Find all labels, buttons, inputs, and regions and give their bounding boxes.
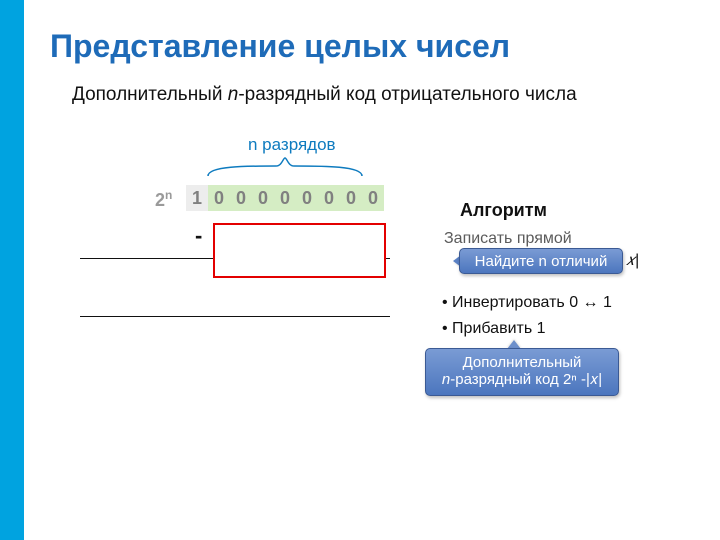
callout2-line2: -разрядный код 2ⁿ -|𝑥| [450,371,602,388]
algorithm-absx-fragment: 𝑥| [626,252,639,270]
callout2-line1: Дополнительный [463,354,582,371]
bit-cell: 0 [362,185,384,211]
callout-find-n-differences: Найдите n отличий [459,248,623,274]
subtitle-pre: Дополнительный [72,84,228,105]
bit-cell: 0 [252,185,274,211]
bit-cell: 0 [274,185,296,211]
bit-cell: 0 [296,185,318,211]
subtitle-post: -разрядный код отрицательного числа [238,84,576,105]
bit-row: 1 0 0 0 0 0 0 0 0 [186,185,384,211]
divider-line [80,316,390,317]
algorithm-step: Прибавить 1 [442,316,612,342]
two-exp: n [165,188,172,202]
callout2-n: n [442,371,450,388]
accent-stripe [0,0,24,540]
two-to-n-label: 2n [155,188,172,211]
algorithm-heading: Алгоритм [460,200,547,221]
page-title: Представление целых чисел [50,28,510,65]
highlight-box [213,223,386,278]
two-base: 2 [155,190,165,210]
algorithm-step-covered: Записать прямой [444,230,572,248]
bit-cell: 1 [186,185,208,211]
curly-brace-icon [186,154,384,178]
algorithm-steps: Инвертировать 0 ↔ 1 Прибавить 1 [442,290,612,342]
callout-twos-complement-formula: Дополнительный n-разрядный код 2ⁿ -|𝑥| [425,348,619,396]
algorithm-step: Инвертировать 0 ↔ 1 [442,290,612,316]
brace-label: n разрядов [248,135,336,155]
bit-cell: 0 [208,185,230,211]
subtitle-n: n [228,84,239,105]
minus-sign: - [195,223,202,249]
bit-cell: 0 [318,185,340,211]
bit-cell: 0 [340,185,362,211]
bit-cell: 0 [230,185,252,211]
subtitle: Дополнительный n-разрядный код отрицател… [72,84,577,106]
